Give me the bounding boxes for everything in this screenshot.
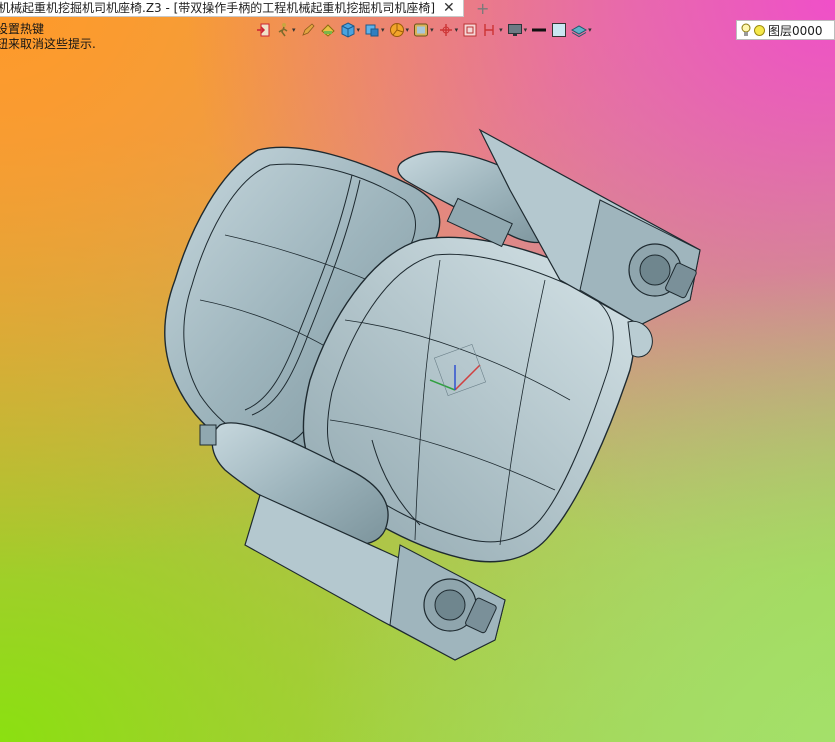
render-icon	[414, 23, 429, 37]
cube-shaded-icon	[341, 22, 355, 38]
walk-button[interactable]: ▾	[274, 19, 297, 41]
exit-icon	[257, 23, 270, 37]
section-button[interactable]: ▾	[388, 19, 411, 41]
layer-stack-icon	[571, 25, 588, 38]
frame-button[interactable]	[461, 19, 479, 41]
paint-button[interactable]	[319, 19, 337, 41]
hint-line-2: 钮来取消这些提示.	[0, 37, 96, 51]
lightbulb-icon	[741, 23, 751, 36]
monitor-icon	[507, 24, 522, 36]
filter-icon	[484, 24, 494, 36]
layer-manager-button[interactable]: ▾	[570, 19, 593, 41]
display-button[interactable]: ▾	[506, 19, 529, 41]
color-swatch-icon	[552, 23, 567, 37]
tab-active-document[interactable]: 机械起重机挖掘机司机座椅.Z3 - [带双操作手柄的工程机械起重机挖掘机司机座椅…	[0, 0, 464, 17]
line-weight-icon	[532, 28, 547, 32]
shade-button[interactable]: ▾	[339, 19, 362, 41]
close-icon[interactable]: ✕	[443, 0, 455, 16]
document-tab-bar: 机械起重机挖掘机司机座椅.Z3 - [带双操作手柄的工程机械起重机挖掘机司机座椅…	[0, 0, 494, 18]
layer-name: 图层0000	[768, 23, 823, 38]
add-tab-icon[interactable]: +	[472, 0, 494, 18]
tab-title: 机械起重机挖掘机司机座椅.Z3 - [带双操作手柄的工程机械起重机挖掘机司机座椅…	[0, 1, 435, 15]
pie-icon	[389, 23, 404, 37]
seat-model[interactable]	[0, 0, 835, 742]
exit-button[interactable]	[254, 19, 272, 41]
render-button[interactable]: ▾	[412, 19, 435, 41]
view-cube-button[interactable]: ▾	[363, 19, 386, 41]
walk-icon	[278, 23, 288, 37]
layer-color-dot	[754, 24, 765, 36]
sketch-button[interactable]	[299, 19, 317, 41]
color-button[interactable]	[550, 19, 568, 41]
axis-button[interactable]: ▾	[437, 19, 460, 41]
view-toolbar: ▾ ▾ ▾ ▾ ▾ ▾ ▾ ▾ ▾	[254, 18, 593, 42]
3d-viewport[interactable]: 机械起重机挖掘机司机座椅.Z3 - [带双操作手柄的工程机械起重机挖掘机司机座椅…	[0, 0, 835, 742]
line-weight-button[interactable]	[530, 19, 548, 41]
cube-view-icon	[365, 24, 379, 37]
hint-text: 设置热键 钮来取消这些提示.	[0, 22, 96, 52]
frame-icon	[463, 23, 477, 37]
filter-button[interactable]: ▾	[481, 19, 504, 41]
axis-icon	[439, 24, 452, 36]
hint-line-1: 设置热键	[0, 22, 45, 36]
pencil-icon	[301, 23, 315, 36]
paint-bucket-icon	[320, 24, 335, 37]
layer-selector[interactable]: 图层0000	[736, 20, 835, 40]
